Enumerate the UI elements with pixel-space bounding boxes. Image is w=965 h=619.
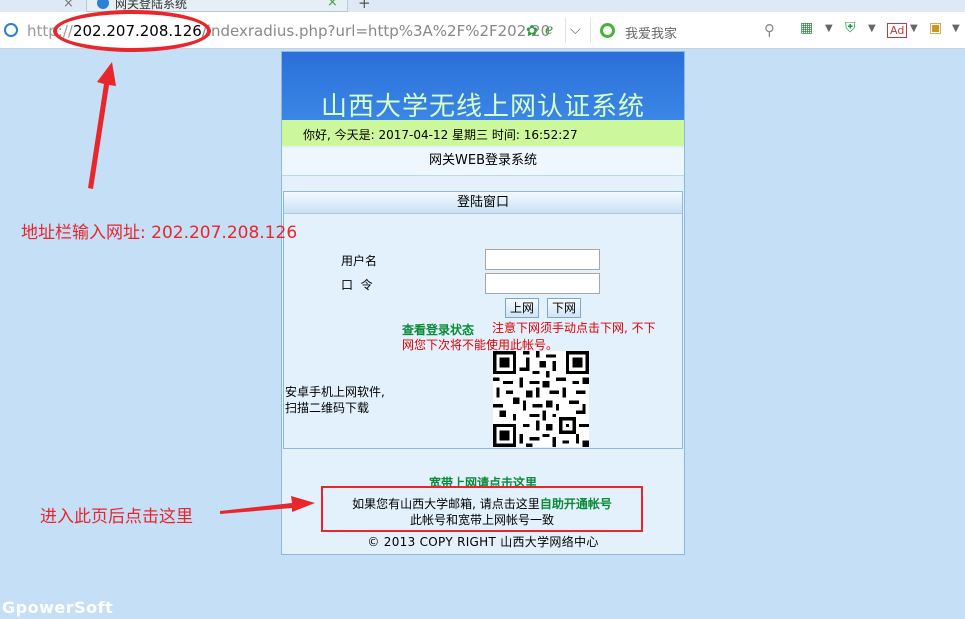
- arrow-right-icon: [220, 496, 315, 514]
- url-annotation: 地址栏输入网址: 202.207.208.126: [21, 223, 298, 243]
- arrow-up-icon: [88, 62, 116, 189]
- watermark: GpowerSoft: [2, 598, 114, 617]
- enter-annotation: 进入此页后点击这里: [40, 507, 193, 527]
